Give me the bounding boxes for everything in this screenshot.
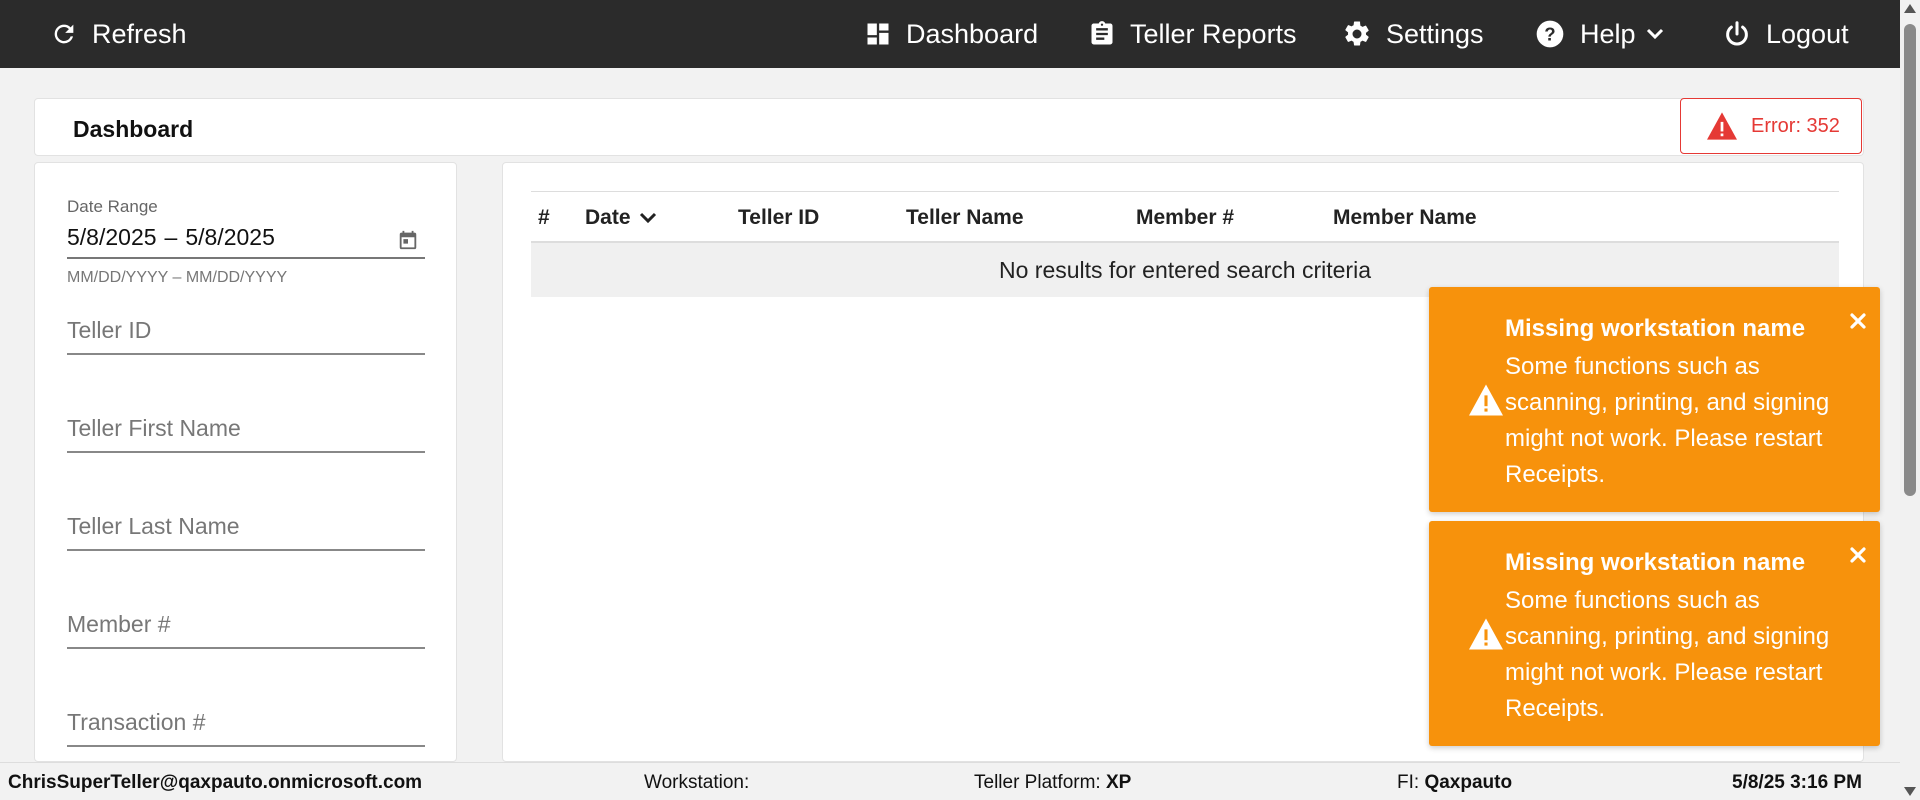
close-icon[interactable] [1850, 313, 1866, 329]
nav-settings[interactable]: Settings [1342, 0, 1484, 68]
close-icon[interactable] [1850, 547, 1866, 563]
column-header-number: # [538, 206, 550, 229]
warning-icon [1469, 384, 1503, 416]
filter-panel: Date Range 5/8/2025 – 5/8/2025 MM/DD/YYY… [34, 162, 457, 762]
results-table-header: # Date Teller ID Teller Name Member # Me… [531, 191, 1839, 243]
help-icon: ? [1536, 20, 1564, 48]
date-range-field: Date Range 5/8/2025 – 5/8/2025 MM/DD/YYY… [67, 197, 425, 287]
fi-label: FI: [1397, 772, 1420, 793]
nav-logout[interactable]: Logout [1722, 0, 1849, 68]
clipboard-icon [1091, 21, 1113, 45]
refresh-button[interactable]: Refresh [50, 0, 187, 68]
fi-value: Qaxpauto [1424, 772, 1513, 793]
toast-notification: Missing workstation name Some functions … [1429, 521, 1880, 746]
column-header-teller-name: Teller Name [906, 206, 1024, 229]
warning-icon [1469, 618, 1503, 650]
column-header-member-name: Member Name [1333, 206, 1477, 229]
top-nav-bar: Refresh Dashboard Teller Reports Setting… [0, 0, 1900, 68]
scroll-up-arrow-icon[interactable] [1904, 4, 1916, 13]
chevron-down-icon [1646, 28, 1663, 40]
teller-first-name-input[interactable] [67, 409, 425, 453]
svg-text:?: ? [1544, 24, 1555, 45]
nav-dashboard-label: Dashboard [906, 18, 1039, 49]
date-range-label: Date Range [67, 197, 158, 216]
teller-last-name-input[interactable] [67, 507, 425, 551]
date-start-value: 5/8/2025 [67, 223, 157, 250]
toast-message: Some functions such as scanning, printin… [1505, 353, 1830, 488]
status-bar: ChrisSuperTeller@qaxpauto.onmicrosoft.co… [0, 762, 1900, 800]
transaction-number-input[interactable] [67, 703, 425, 747]
page-header-card: Dashboard [34, 98, 1864, 156]
platform-value: XP [1105, 772, 1132, 793]
teller-id-input[interactable] [67, 311, 425, 355]
platform-label: Teller Platform: [974, 772, 1101, 793]
toast-message: Some functions such as scanning, printin… [1505, 587, 1830, 722]
toast-title: Missing workstation name [1505, 315, 1806, 342]
nav-dashboard[interactable]: Dashboard [864, 0, 1038, 68]
scroll-down-arrow-icon[interactable] [1904, 787, 1916, 796]
status-fi: FI: Qaxpauto [1397, 772, 1512, 794]
date-separator: – [164, 223, 178, 250]
nav-teller-reports-label: Teller Reports [1130, 18, 1297, 49]
nav-logout-label: Logout [1766, 18, 1849, 49]
calendar-icon[interactable] [397, 229, 419, 251]
error-badge-label: Error: 352 [1751, 114, 1840, 137]
refresh-label: Refresh [92, 18, 187, 49]
workstation-label: Workstation: [644, 772, 750, 793]
column-header-date[interactable]: Date [585, 206, 657, 230]
member-number-input[interactable] [67, 605, 425, 649]
nav-settings-label: Settings [1386, 18, 1484, 49]
date-range-hint: MM/DD/YYYY – MM/DD/YYYY [67, 269, 288, 286]
gear-icon [1345, 21, 1369, 46]
power-icon [1726, 21, 1748, 46]
date-range-input[interactable]: 5/8/2025 – 5/8/2025 [67, 217, 425, 259]
toast-notification: Missing workstation name Some functions … [1429, 287, 1880, 512]
refrefresh-icon [54, 24, 74, 44]
toast-title: Missing workstation name [1505, 549, 1806, 576]
column-header-teller-id: Teller ID [738, 206, 820, 229]
page-title: Dashboard [73, 116, 194, 142]
date-end-value: 5/8/2025 [185, 223, 275, 250]
chevron-down-icon [639, 212, 656, 224]
column-header-member-number: Member # [1136, 206, 1235, 229]
status-platform: Teller Platform: XP [974, 772, 1131, 794]
dashboard-icon [867, 23, 889, 45]
error-badge[interactable]: Error: 352 [1680, 98, 1862, 154]
warning-icon [1707, 112, 1737, 140]
status-datetime: 5/8/25 3:16 PM [1732, 772, 1862, 793]
status-user: ChrisSuperTeller@qaxpauto.onmicrosoft.co… [8, 772, 423, 793]
nav-teller-reports[interactable]: Teller Reports [1088, 0, 1297, 68]
status-workstation: Workstation: [644, 772, 749, 794]
nav-help[interactable]: ? Help [1534, 0, 1664, 68]
nav-help-label: Help [1580, 18, 1636, 49]
page-scrollbar[interactable] [1900, 0, 1920, 800]
scroll-thumb[interactable] [1904, 24, 1916, 496]
